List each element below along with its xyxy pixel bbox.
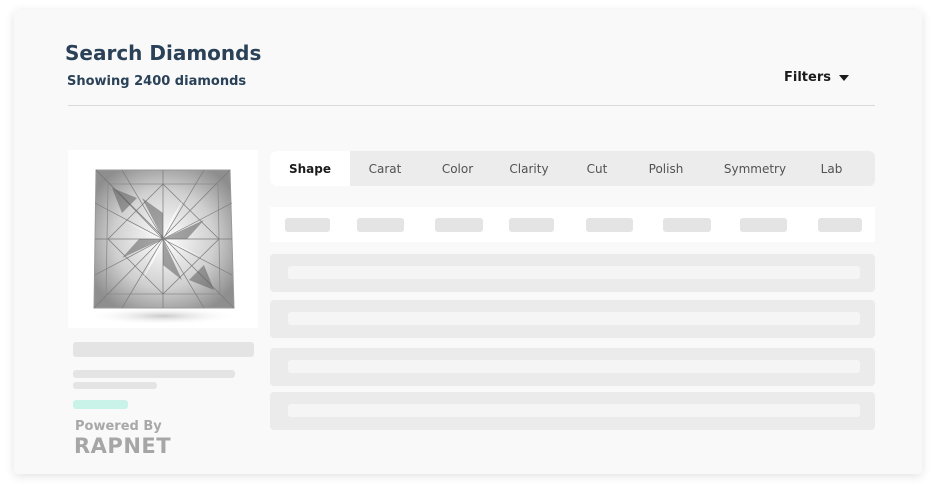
diamond-image (87, 169, 239, 323)
tab-shape[interactable]: Shape (270, 151, 350, 186)
header-cell-skeleton (435, 218, 483, 232)
rapnet-logo: RAPNET (74, 434, 172, 458)
header-cell-skeleton (818, 218, 862, 232)
header-cell-skeleton (663, 218, 711, 232)
table-row (270, 254, 875, 292)
attribute-tabs: Shape Carat Color Clarity Cut Polish Sym… (270, 151, 875, 186)
filters-dropdown[interactable]: Filters (784, 70, 849, 85)
tab-carat[interactable]: Carat (350, 151, 420, 186)
header-cell-skeleton (740, 218, 787, 232)
table-header-skeleton (270, 207, 875, 242)
table-row (270, 348, 875, 386)
diamond-search-widget: Search Diamonds Showing 2400 diamonds Fi… (14, 10, 922, 474)
row-skeleton (288, 266, 860, 279)
skeleton-line (73, 370, 235, 378)
powered-by-label: Powered By (75, 419, 162, 434)
table-row (270, 300, 875, 338)
diamond-image-panel (68, 150, 258, 328)
tab-polish[interactable]: Polish (631, 151, 701, 186)
tab-clarity[interactable]: Clarity (495, 151, 563, 186)
skeleton-badge (73, 400, 128, 409)
result-count: Showing 2400 diamonds (67, 74, 247, 89)
row-skeleton (288, 404, 860, 417)
skeleton-line-short (73, 382, 157, 389)
header-cell-skeleton (509, 218, 554, 232)
row-skeleton (288, 312, 860, 325)
page-title: Search Diamonds (65, 41, 262, 65)
tab-symmetry[interactable]: Symmetry (701, 151, 809, 186)
table-row (270, 392, 875, 430)
skeleton-title (73, 342, 254, 357)
filters-label: Filters (784, 70, 831, 85)
tab-cut[interactable]: Cut (563, 151, 631, 186)
header-cell-skeleton (586, 218, 633, 232)
tab-color[interactable]: Color (420, 151, 495, 186)
tab-lab[interactable]: Lab (809, 151, 854, 186)
header-divider (68, 105, 875, 106)
header-cell-skeleton (357, 218, 404, 232)
row-skeleton (288, 360, 860, 373)
caret-down-icon (839, 74, 849, 81)
header-cell-skeleton (285, 218, 330, 232)
